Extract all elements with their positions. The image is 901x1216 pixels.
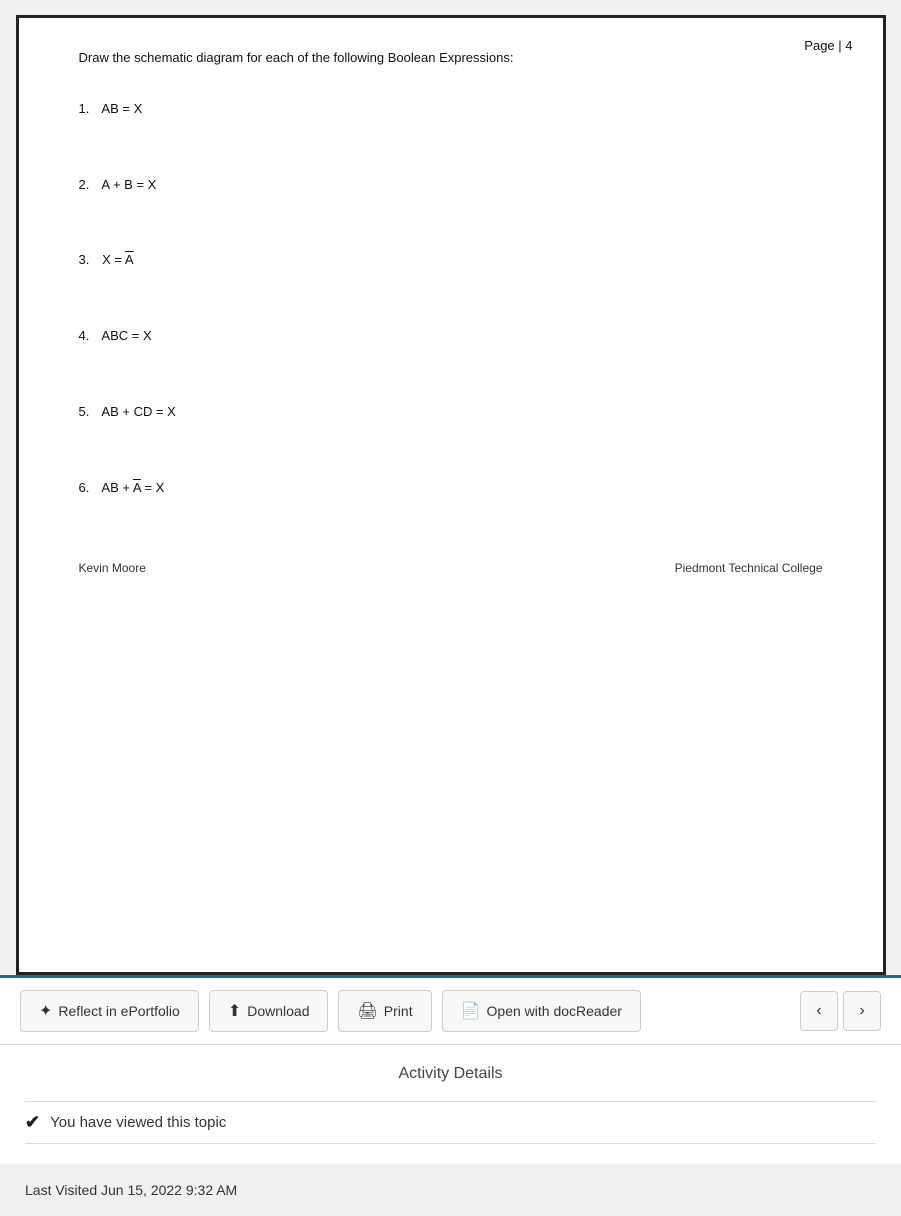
expression-item-1: 1. AB = X bbox=[79, 99, 823, 120]
next-button[interactable]: › bbox=[843, 991, 881, 1031]
expression-item-3: 3. X = A bbox=[79, 250, 823, 271]
document-page: Page | 4 Draw the schematic diagram for … bbox=[16, 15, 886, 975]
last-visited: Last Visited Jun 15, 2022 9:32 AM bbox=[0, 1164, 901, 1216]
expression-num-6: 6. bbox=[79, 478, 99, 499]
activity-section: Activity Details ✔ You have viewed this … bbox=[0, 1044, 901, 1164]
prev-icon: ‹ bbox=[816, 1002, 821, 1020]
expression-text-1: AB = X bbox=[101, 101, 142, 116]
document-area: Page | 4 Draw the schematic diagram for … bbox=[0, 0, 901, 975]
expression-item-4: 4. ABC = X bbox=[79, 326, 823, 347]
expression-item-5: 5. AB + CD = X bbox=[79, 402, 823, 423]
expression-text-3: X = A bbox=[102, 252, 133, 267]
page-container: Page | 4 Draw the schematic diagram for … bbox=[0, 0, 901, 1216]
expression-num-1: 1. bbox=[79, 99, 99, 120]
intro-text: Draw the schematic diagram for each of t… bbox=[79, 48, 823, 69]
print-label: Print bbox=[384, 1003, 413, 1019]
overline-a: A bbox=[125, 252, 134, 267]
last-visited-text: Last Visited Jun 15, 2022 9:32 AM bbox=[25, 1182, 237, 1198]
next-icon: › bbox=[859, 1002, 864, 1020]
expression-item-2: 2. A + B = X bbox=[79, 175, 823, 196]
expression-num-2: 2. bbox=[79, 175, 99, 196]
overline-a-6: A bbox=[133, 480, 141, 495]
activity-status-text: You have viewed this topic bbox=[50, 1114, 226, 1131]
expression-item-6: 6. AB + A = X bbox=[79, 478, 823, 499]
toolbar: ✦ Reflect in ePortfolio ⬆ Download 🖨 Pri… bbox=[0, 975, 901, 1044]
expression-num-5: 5. bbox=[79, 402, 99, 423]
document-content: Draw the schematic diagram for each of t… bbox=[79, 48, 823, 578]
reflect-icon: ✦ bbox=[39, 1001, 52, 1021]
footer-right: Piedmont Technical College bbox=[675, 559, 823, 578]
download-label: Download bbox=[247, 1003, 309, 1019]
activity-title: Activity Details bbox=[25, 1065, 876, 1083]
document-footer: Kevin Moore Piedmont Technical College bbox=[79, 559, 823, 578]
reflect-eportfolio-button[interactable]: ✦ Reflect in ePortfolio bbox=[20, 990, 199, 1032]
expression-text-5: AB + CD = X bbox=[101, 404, 175, 419]
page-number: Page | 4 bbox=[804, 38, 852, 53]
expression-num-4: 4. bbox=[79, 326, 99, 347]
expression-text-4: ABC = X bbox=[101, 328, 151, 343]
docreader-icon: 📄 bbox=[461, 1001, 481, 1021]
download-button[interactable]: ⬆ Download bbox=[209, 990, 329, 1032]
download-icon: ⬆ bbox=[228, 1001, 241, 1021]
prev-button[interactable]: ‹ bbox=[800, 991, 838, 1031]
expression-text-2: A + B = X bbox=[101, 177, 156, 192]
reflect-label: Reflect in ePortfolio bbox=[58, 1003, 179, 1019]
print-icon: 🖨 bbox=[357, 1001, 377, 1021]
open-docreader-label: Open with docReader bbox=[487, 1003, 622, 1019]
checkmark-icon: ✔ bbox=[25, 1112, 40, 1133]
open-docreader-button[interactable]: 📄 Open with docReader bbox=[442, 990, 641, 1032]
footer-left: Kevin Moore bbox=[79, 559, 146, 578]
nav-group: ‹ › bbox=[800, 991, 881, 1031]
print-button[interactable]: 🖨 Print bbox=[338, 990, 431, 1032]
expression-num-3: 3. bbox=[79, 250, 99, 271]
expression-text-6: AB + A = X bbox=[101, 480, 164, 495]
activity-status: ✔ You have viewed this topic bbox=[25, 1101, 876, 1144]
